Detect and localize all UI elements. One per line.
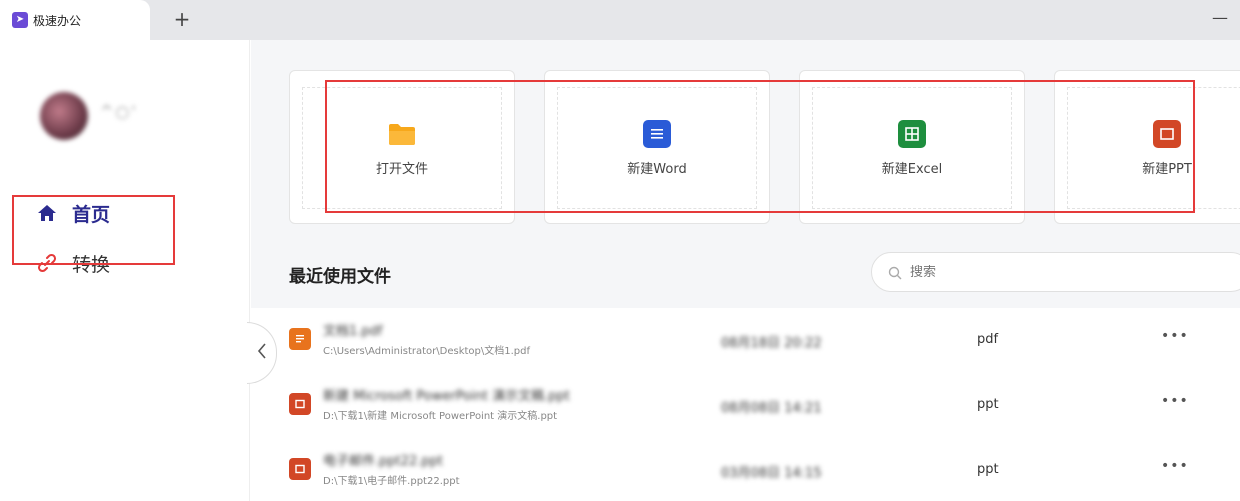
search-icon xyxy=(888,265,902,280)
table-row[interactable]: 新建 Microsoft PowerPoint 演示文稿.ppt D:\下载1\… xyxy=(251,373,1240,438)
more-options-icon[interactable]: ••• xyxy=(1161,328,1189,344)
rocket-icon: ➤ xyxy=(12,12,28,28)
file-list: 文档1.pdf C:\Users\Administrator\Desktop\文… xyxy=(251,308,1240,501)
minimize-button[interactable]: — xyxy=(1208,6,1232,30)
file-type: ppt xyxy=(977,397,999,412)
file-time: 03月08日 14:15 xyxy=(721,466,822,481)
recent-files-title: 最近使用文件 xyxy=(289,267,391,287)
sidebar: ^○' 首页 转换 xyxy=(0,40,250,501)
file-time: 08月18日 20:22 xyxy=(721,336,822,351)
tab-title: 极速办公 xyxy=(33,13,82,28)
pdf-file-icon xyxy=(289,328,311,350)
more-options-icon[interactable]: ••• xyxy=(1161,393,1189,409)
highlight-box-cards xyxy=(325,80,1195,213)
main-content: 打开文件 新建Word 新建Excel 新建PPT 最近使用文件 搜索 文档1.… xyxy=(247,40,1240,501)
file-type: ppt xyxy=(977,462,999,477)
file-time: 08月08日 14:21 xyxy=(721,401,822,416)
avatar[interactable] xyxy=(40,92,88,140)
chevron-left-icon xyxy=(257,342,267,364)
table-row[interactable]: 文档1.pdf C:\Users\Administrator\Desktop\文… xyxy=(251,308,1240,373)
search-input[interactable] xyxy=(910,264,1110,280)
ppt-file-icon xyxy=(289,458,311,480)
file-name: 新建 Microsoft PowerPoint 演示文稿.ppt xyxy=(323,389,570,404)
new-tab-button[interactable]: + xyxy=(170,8,194,32)
file-type: pdf xyxy=(977,332,999,347)
username: ^○' xyxy=(100,102,138,121)
file-path: D:\下载1\电子邮件.ppt22.ppt xyxy=(323,476,460,487)
title-bar: ➤ 极速办公 + — xyxy=(0,0,1240,40)
app-tab[interactable]: ➤ 极速办公 xyxy=(0,0,150,40)
file-name: 电子邮件.ppt22.ppt xyxy=(323,454,444,469)
file-path: C:\Users\Administrator\Desktop\文档1.pdf xyxy=(323,346,530,357)
table-row[interactable]: 电子邮件.ppt22.ppt D:\下载1\电子邮件.ppt22.ppt 03月… xyxy=(251,438,1240,501)
file-name: 文档1.pdf xyxy=(323,324,383,339)
highlight-box-sidebar xyxy=(12,195,175,265)
more-options-icon[interactable]: ••• xyxy=(1161,458,1189,474)
search-box[interactable] xyxy=(871,252,1240,292)
ppt-file-icon xyxy=(289,393,311,415)
file-path: D:\下载1\新建 Microsoft PowerPoint 演示文稿.ppt xyxy=(323,411,558,422)
